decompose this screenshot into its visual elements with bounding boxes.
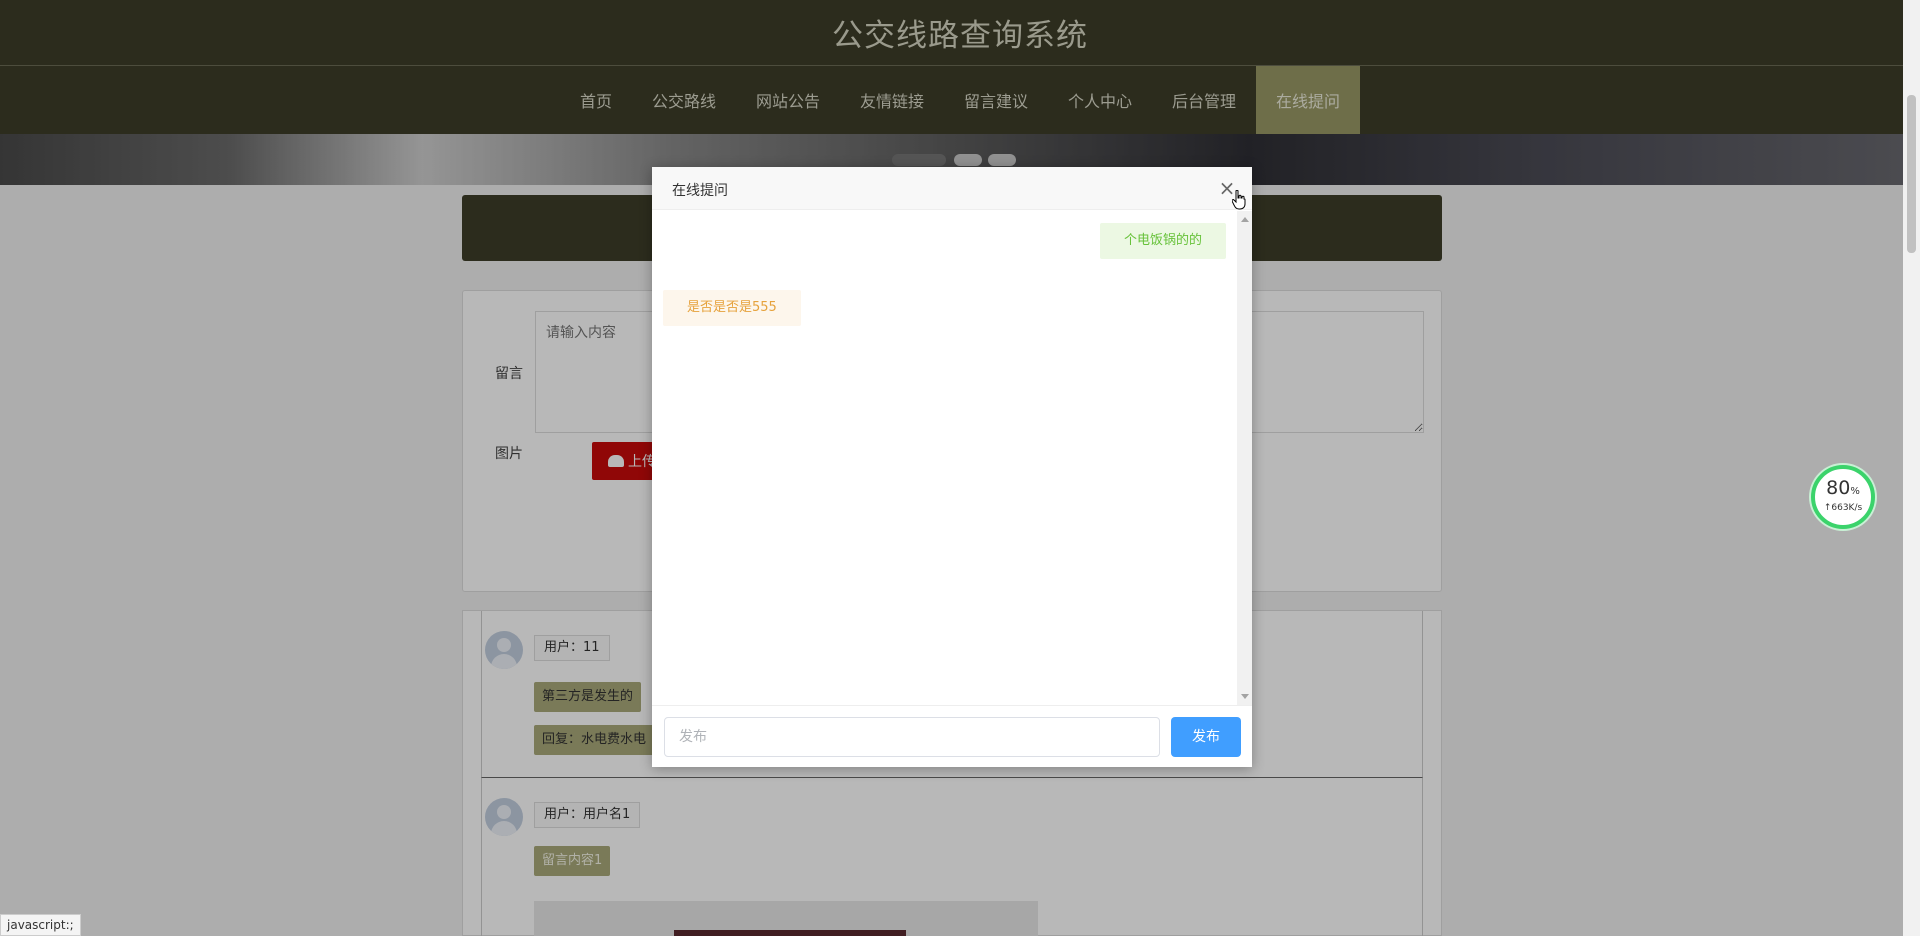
scroll-up-arrow-icon[interactable]	[1241, 217, 1249, 222]
page-scrollbar-thumb[interactable]	[1907, 95, 1916, 253]
chat-scrollbar[interactable]	[1237, 211, 1252, 705]
send-button[interactable]: 发布	[1171, 717, 1241, 757]
scroll-down-arrow-icon[interactable]	[1241, 694, 1249, 699]
speed-rate: ↑663K/s	[1823, 503, 1863, 513]
chat-message-received: 是否是否是555	[663, 290, 801, 326]
chat-input[interactable]	[664, 717, 1160, 757]
hand-cursor-icon	[1232, 190, 1246, 210]
chat-message-sent: 个电饭锅的的	[1100, 223, 1227, 259]
speed-percent: 80%	[1826, 477, 1860, 499]
dialog-footer: 发布	[652, 705, 1252, 767]
page-scrollbar[interactable]	[1903, 0, 1920, 936]
dialog-title: 在线提问	[672, 183, 728, 199]
browser-status-bar: javascript:;	[0, 914, 81, 936]
chat-messages: 个电饭锅的的 是否是否是555	[652, 211, 1237, 705]
network-speed-widget[interactable]: 80% ↑663K/s	[1811, 465, 1875, 529]
dialog-header: 在线提问 ×	[652, 167, 1252, 210]
online-question-dialog: 在线提问 × 个电饭锅的的 是否是否是555 发布	[652, 167, 1252, 767]
